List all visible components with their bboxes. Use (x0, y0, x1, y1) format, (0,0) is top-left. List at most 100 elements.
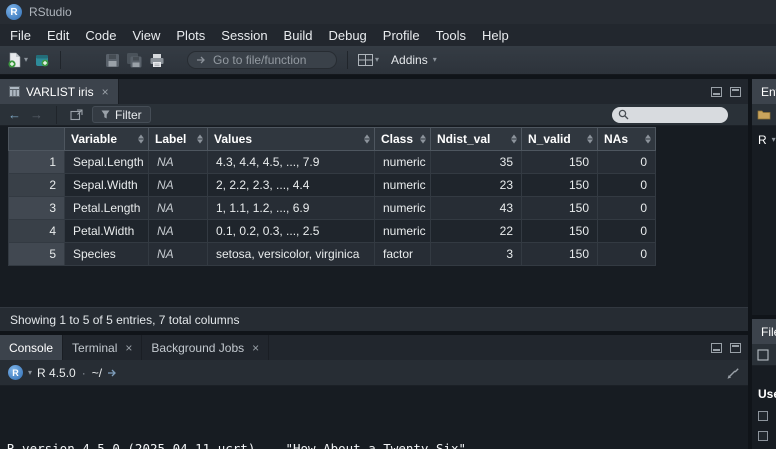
data-table-icon (9, 86, 20, 97)
column-header-n_valid[interactable]: N_valid (522, 128, 598, 151)
chevron-down-icon[interactable]: ▾ (28, 369, 32, 377)
maximize-pane-icon[interactable] (730, 87, 741, 97)
console-line: R version 4.5.0 (2025-04-11 ucrt) -- "Ho… (7, 441, 748, 449)
table-cell: 23 (431, 174, 522, 197)
row-index-cell: 1 (9, 151, 65, 174)
column-header-ndist_val[interactable]: Ndist_val (431, 128, 522, 151)
main-area: VARLIST iris × ← → Filter (0, 75, 776, 449)
table-cell: 0 (598, 174, 656, 197)
table-row[interactable]: 4Petal.WidthNA0.1, 0.2, 0.3, ..., 2.5num… (9, 220, 656, 243)
sort-icon[interactable] (587, 135, 593, 144)
clear-console-button[interactable] (726, 366, 740, 380)
new-project-button[interactable] (34, 52, 50, 68)
column-header-class[interactable]: Class (375, 128, 431, 151)
toolbar-separator (60, 51, 61, 69)
menu-item[interactable]: Debug (320, 24, 374, 46)
sort-icon[interactable] (364, 135, 370, 144)
sort-icon[interactable] (511, 135, 517, 144)
close-icon[interactable]: × (102, 85, 109, 99)
menu-item[interactable]: Help (474, 24, 517, 46)
r-logo-icon[interactable]: R (8, 365, 23, 380)
table-cell: Sepal.Width (65, 174, 149, 197)
menu-item[interactable]: Session (213, 24, 275, 46)
close-icon[interactable]: × (125, 341, 132, 355)
goto-file-function-input[interactable]: Go to file/function (187, 51, 337, 69)
pane-controls (711, 79, 741, 104)
rstudio-logo-icon: R (6, 4, 22, 20)
tab-environment[interactable]: Envi (752, 79, 776, 104)
menu-item[interactable]: File (2, 24, 39, 46)
tab-background-jobs[interactable]: Background Jobs × (142, 335, 269, 360)
save-icon (105, 53, 120, 68)
tab-label: Console (9, 341, 53, 355)
back-icon[interactable]: ← (8, 108, 21, 121)
print-button[interactable] (149, 53, 165, 68)
sort-icon[interactable] (197, 135, 203, 144)
popout-window-icon[interactable] (70, 109, 83, 121)
sort-icon[interactable] (645, 135, 651, 144)
new-blank-file-icon[interactable] (757, 349, 769, 361)
row-index-cell: 4 (9, 220, 65, 243)
menu-item[interactable]: Code (77, 24, 124, 46)
addins-menu[interactable]: Addins ▾ (391, 53, 437, 67)
tab-varlist-iris[interactable]: VARLIST iris × (0, 79, 119, 104)
table-cell: 150 (522, 220, 598, 243)
sort-icon[interactable] (138, 135, 144, 144)
file-checkbox[interactable] (758, 411, 768, 421)
varlist-toolbar: ← → Filter (0, 104, 748, 126)
maximize-pane-icon[interactable] (730, 343, 741, 353)
new-project-icon (34, 52, 50, 68)
save-all-button[interactable] (126, 52, 143, 68)
goto-arrow-icon (196, 55, 207, 65)
window-title: RStudio (29, 5, 72, 19)
table-row[interactable]: 2Sepal.WidthNA2, 2.2, 2.3, ..., 4.4numer… (9, 174, 656, 197)
file-checkbox[interactable] (758, 431, 768, 441)
table-cell: NA (149, 151, 208, 174)
console-output[interactable]: R version 4.5.0 (2025-04-11 ucrt) -- "Ho… (0, 386, 748, 449)
table-search-input[interactable] (612, 107, 728, 123)
tab-terminal[interactable]: Terminal × (63, 335, 142, 360)
menu-item[interactable]: Tools (428, 24, 474, 46)
minimize-pane-icon[interactable] (711, 343, 722, 353)
table-cell: numeric (375, 220, 431, 243)
table-cell: 0 (598, 151, 656, 174)
language-label: R (758, 133, 767, 147)
environment-language-dropdown[interactable]: R ▾ (758, 133, 776, 147)
table-status: Showing 1 to 5 of 5 entries, 7 total col… (0, 307, 748, 331)
new-file-button[interactable]: ▾ (7, 52, 28, 68)
column-header-values[interactable]: Values (208, 128, 375, 151)
minimize-pane-icon[interactable] (711, 87, 722, 97)
load-workspace-icon[interactable] (757, 109, 771, 120)
table-cell: NA (149, 220, 208, 243)
goto-directory-icon[interactable] (107, 368, 118, 378)
menu-item[interactable]: Plots (168, 24, 213, 46)
filter-button[interactable]: Filter (92, 106, 151, 123)
table-cell: 35 (431, 151, 522, 174)
funnel-icon (101, 110, 110, 119)
menu-item[interactable]: Build (276, 24, 321, 46)
menu-item[interactable]: View (124, 24, 168, 46)
table-cell: 150 (522, 243, 598, 266)
separator-dot: · (82, 366, 86, 380)
sort-icon[interactable] (420, 135, 426, 144)
left-column: VARLIST iris × ← → Filter (0, 79, 748, 449)
chevron-down-icon: ▾ (24, 56, 28, 64)
table-row[interactable]: 5SpeciesNAsetosa, versicolor, virginicaf… (9, 243, 656, 266)
table-row[interactable]: 1Sepal.LengthNA4.3, 4.4, 4.5, ..., 7.9nu… (9, 151, 656, 174)
table-cell: Petal.Width (65, 220, 149, 243)
right-column: Envi R ▾ Files (752, 79, 776, 449)
column-header-label[interactable]: Label (149, 128, 208, 151)
column-header-variable[interactable]: Variable (65, 128, 149, 151)
column-header-nas[interactable]: NAs (598, 128, 656, 151)
tab-console[interactable]: Console (0, 335, 63, 360)
save-button[interactable] (105, 53, 120, 68)
close-icon[interactable]: × (252, 341, 259, 355)
pane-layout-icon (358, 54, 373, 66)
forward-icon[interactable]: → (30, 108, 43, 121)
table-row[interactable]: 3Petal.LengthNA1, 1.1, 1.2, ..., 6.9nume… (9, 197, 656, 220)
menu-item[interactable]: Profile (375, 24, 428, 46)
pane-layout-button[interactable]: ▾ (358, 54, 379, 66)
tab-files[interactable]: Files (752, 319, 776, 344)
toolbar-separator (56, 106, 57, 124)
menu-item[interactable]: Edit (39, 24, 77, 46)
